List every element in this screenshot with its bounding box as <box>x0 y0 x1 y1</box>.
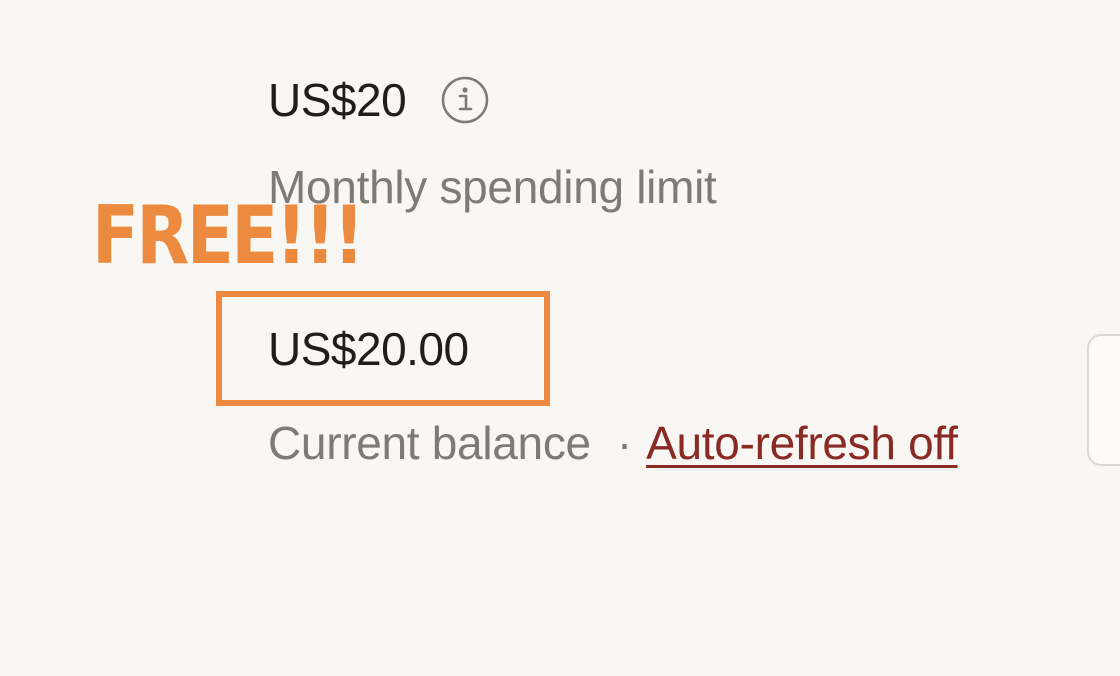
auto-refresh-link[interactable]: Auto-refresh off <box>646 420 958 466</box>
balance-row: Current balance · Auto-refresh off <box>268 420 958 466</box>
spending-limit-row: US$20 <box>268 72 490 128</box>
info-icon[interactable] <box>440 75 490 125</box>
side-panel-edge[interactable] <box>1087 334 1120 466</box>
spending-limit-amount: US$20 <box>268 74 407 126</box>
current-balance-label: Current balance <box>268 417 591 469</box>
current-balance-amount: US$20.00 <box>268 323 469 375</box>
free-overlay-text: FREE!!! <box>92 189 365 282</box>
separator-dot: · <box>616 417 633 469</box>
